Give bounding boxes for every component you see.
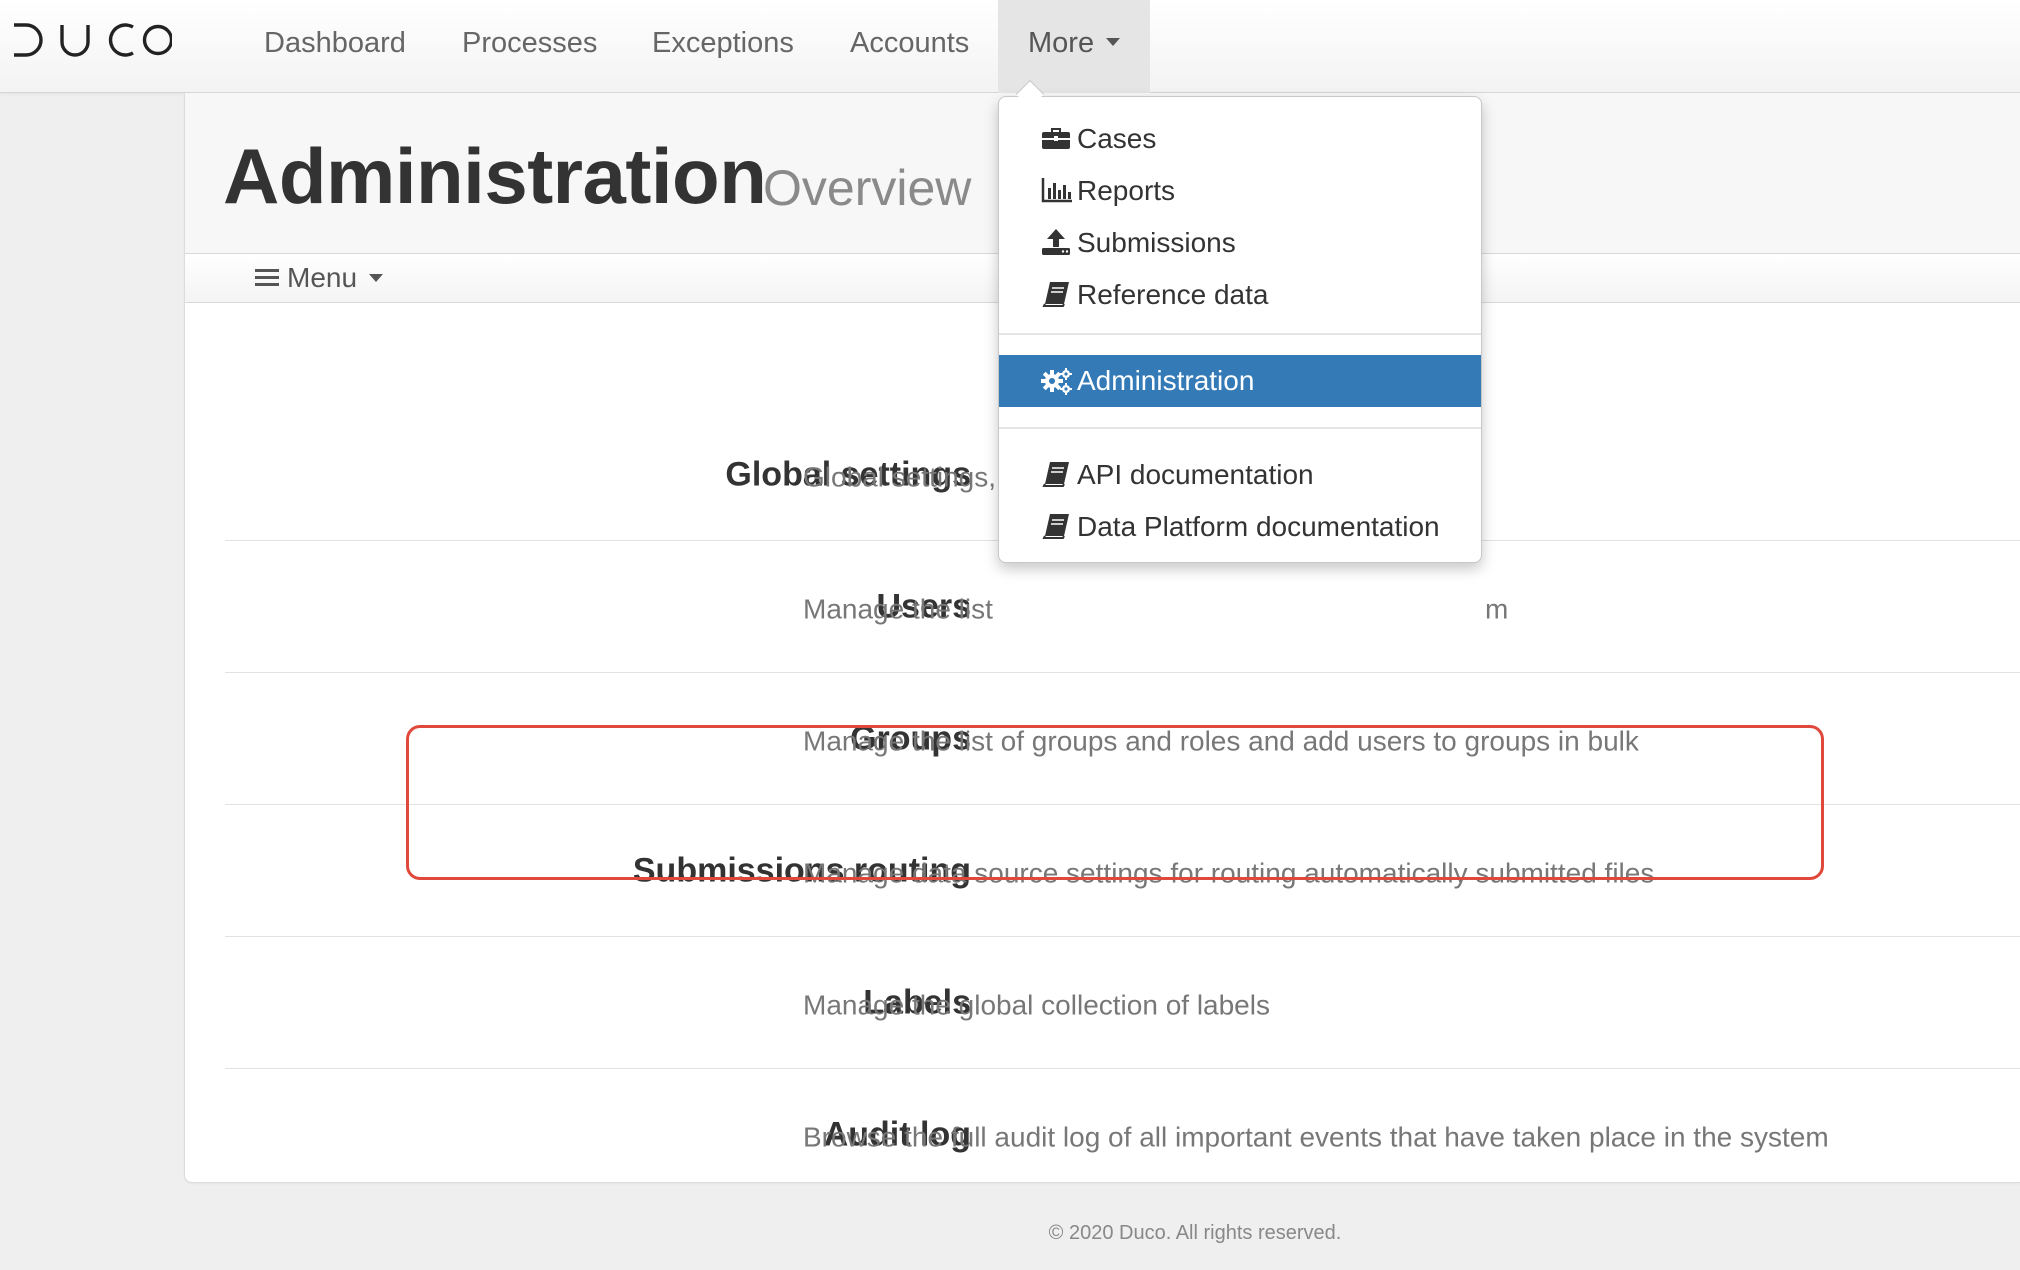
book-icon	[1041, 280, 1071, 308]
menu-item-reference-data-label: Reference data	[1077, 279, 1269, 310]
nav-dashboard[interactable]: Dashboard	[264, 0, 406, 93]
menu-item-api-documentation-label: API documentation	[1077, 459, 1314, 490]
settings-row-labels: Labels Manage the global collection of l…	[225, 937, 2020, 1069]
menu-label: Menu	[287, 262, 358, 293]
gears-icon	[1041, 366, 1072, 395]
groups-description: Manage the list of groups and roles and …	[803, 725, 1639, 757]
caret-down-icon	[369, 273, 384, 282]
menu-item-administration[interactable]: Administration	[999, 355, 1481, 407]
menu-toggle-button[interactable]: Menu	[255, 254, 384, 304]
menu-item-api-documentation[interactable]: API documentation	[999, 449, 1481, 501]
caret-down-icon	[1106, 38, 1121, 47]
top-navbar: Dashboard Processes Exceptions Accounts …	[0, 0, 2020, 93]
briefcase-icon	[1041, 124, 1071, 152]
nav-more-label: More	[1028, 27, 1095, 59]
menu-item-cases[interactable]: Cases	[999, 113, 1481, 165]
book-icon	[1041, 460, 1071, 488]
settings-row-submissions-routing: Submissions routing Manage data source s…	[225, 805, 2020, 937]
upload-icon	[1041, 228, 1071, 256]
menu-item-reports-label: Reports	[1077, 175, 1176, 206]
nav-processes[interactable]: Processes	[462, 0, 597, 93]
menu-item-data-platform-documentation[interactable]: Data Platform documentation	[999, 501, 1481, 553]
hamburger-icon	[255, 268, 279, 287]
menu-divider	[999, 333, 1481, 335]
nav-accounts[interactable]: Accounts	[850, 0, 969, 93]
menu-item-cases-label: Cases	[1077, 123, 1157, 154]
duco-logo[interactable]	[12, 22, 172, 58]
page-subtitle: Overview	[763, 160, 972, 216]
menu-item-submissions-label: Submissions	[1077, 227, 1236, 258]
audit-log-description: Browse the full audit log of all importa…	[803, 1121, 1829, 1153]
labels-description: Manage the global collection of labels	[803, 989, 1270, 1021]
menu-item-administration-label: Administration	[1077, 365, 1255, 396]
book-icon	[1041, 512, 1071, 540]
menu-divider	[999, 427, 1481, 429]
nav-more-dropdown[interactable]: More	[998, 0, 1151, 93]
page-title: Administration	[223, 132, 767, 220]
users-description: Manage the list	[803, 593, 993, 625]
bar-chart-icon	[1041, 176, 1072, 204]
global-settings-description: Global settings,	[803, 461, 996, 493]
more-dropdown-menu: Cases Reports Submissions Reference data	[998, 96, 1482, 563]
menu-item-submissions[interactable]: Submissions	[999, 217, 1481, 269]
menu-item-reports[interactable]: Reports	[999, 165, 1481, 217]
footer-copyright: © 2020 Duco. All rights reserved.	[1048, 1222, 1342, 1244]
menu-item-data-platform-documentation-label: Data Platform documentation	[1077, 511, 1440, 542]
menu-item-reference-data[interactable]: Reference data	[999, 269, 1481, 321]
nav-exceptions[interactable]: Exceptions	[652, 0, 794, 93]
submissions-routing-description: Manage data source settings for routing …	[803, 857, 1655, 889]
users-description-tail: m	[1485, 593, 1509, 625]
settings-row-audit-log: Audit log Browse the full audit log of a…	[225, 1069, 2020, 1201]
settings-row-groups: Groups Manage the list of groups and rol…	[225, 673, 2020, 805]
